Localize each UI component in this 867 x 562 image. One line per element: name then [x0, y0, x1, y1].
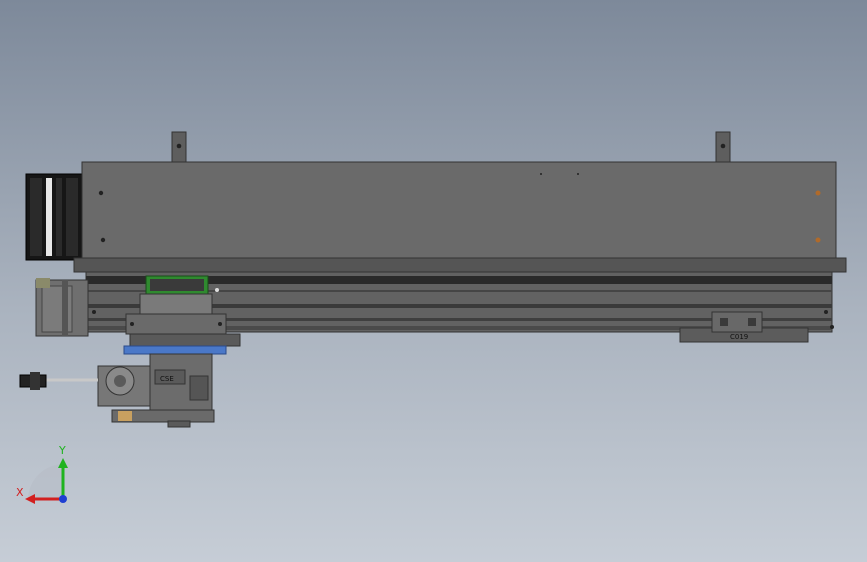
back-plate	[81, 161, 837, 259]
cable-connector	[19, 372, 98, 390]
cad-viewport[interactable]: C019 CSE X Y	[0, 0, 867, 562]
cable-chain	[25, 173, 83, 261]
y-axis-label: Y	[58, 444, 66, 457]
z-axis-dot	[59, 495, 67, 503]
limit-block-label: C019	[730, 333, 748, 341]
head-label: CSE	[160, 375, 174, 383]
axis-triad: X Y	[16, 444, 68, 504]
stepper-motor	[35, 278, 89, 337]
x-axis-label: X	[16, 486, 24, 499]
tool-head: CSE	[97, 353, 215, 428]
